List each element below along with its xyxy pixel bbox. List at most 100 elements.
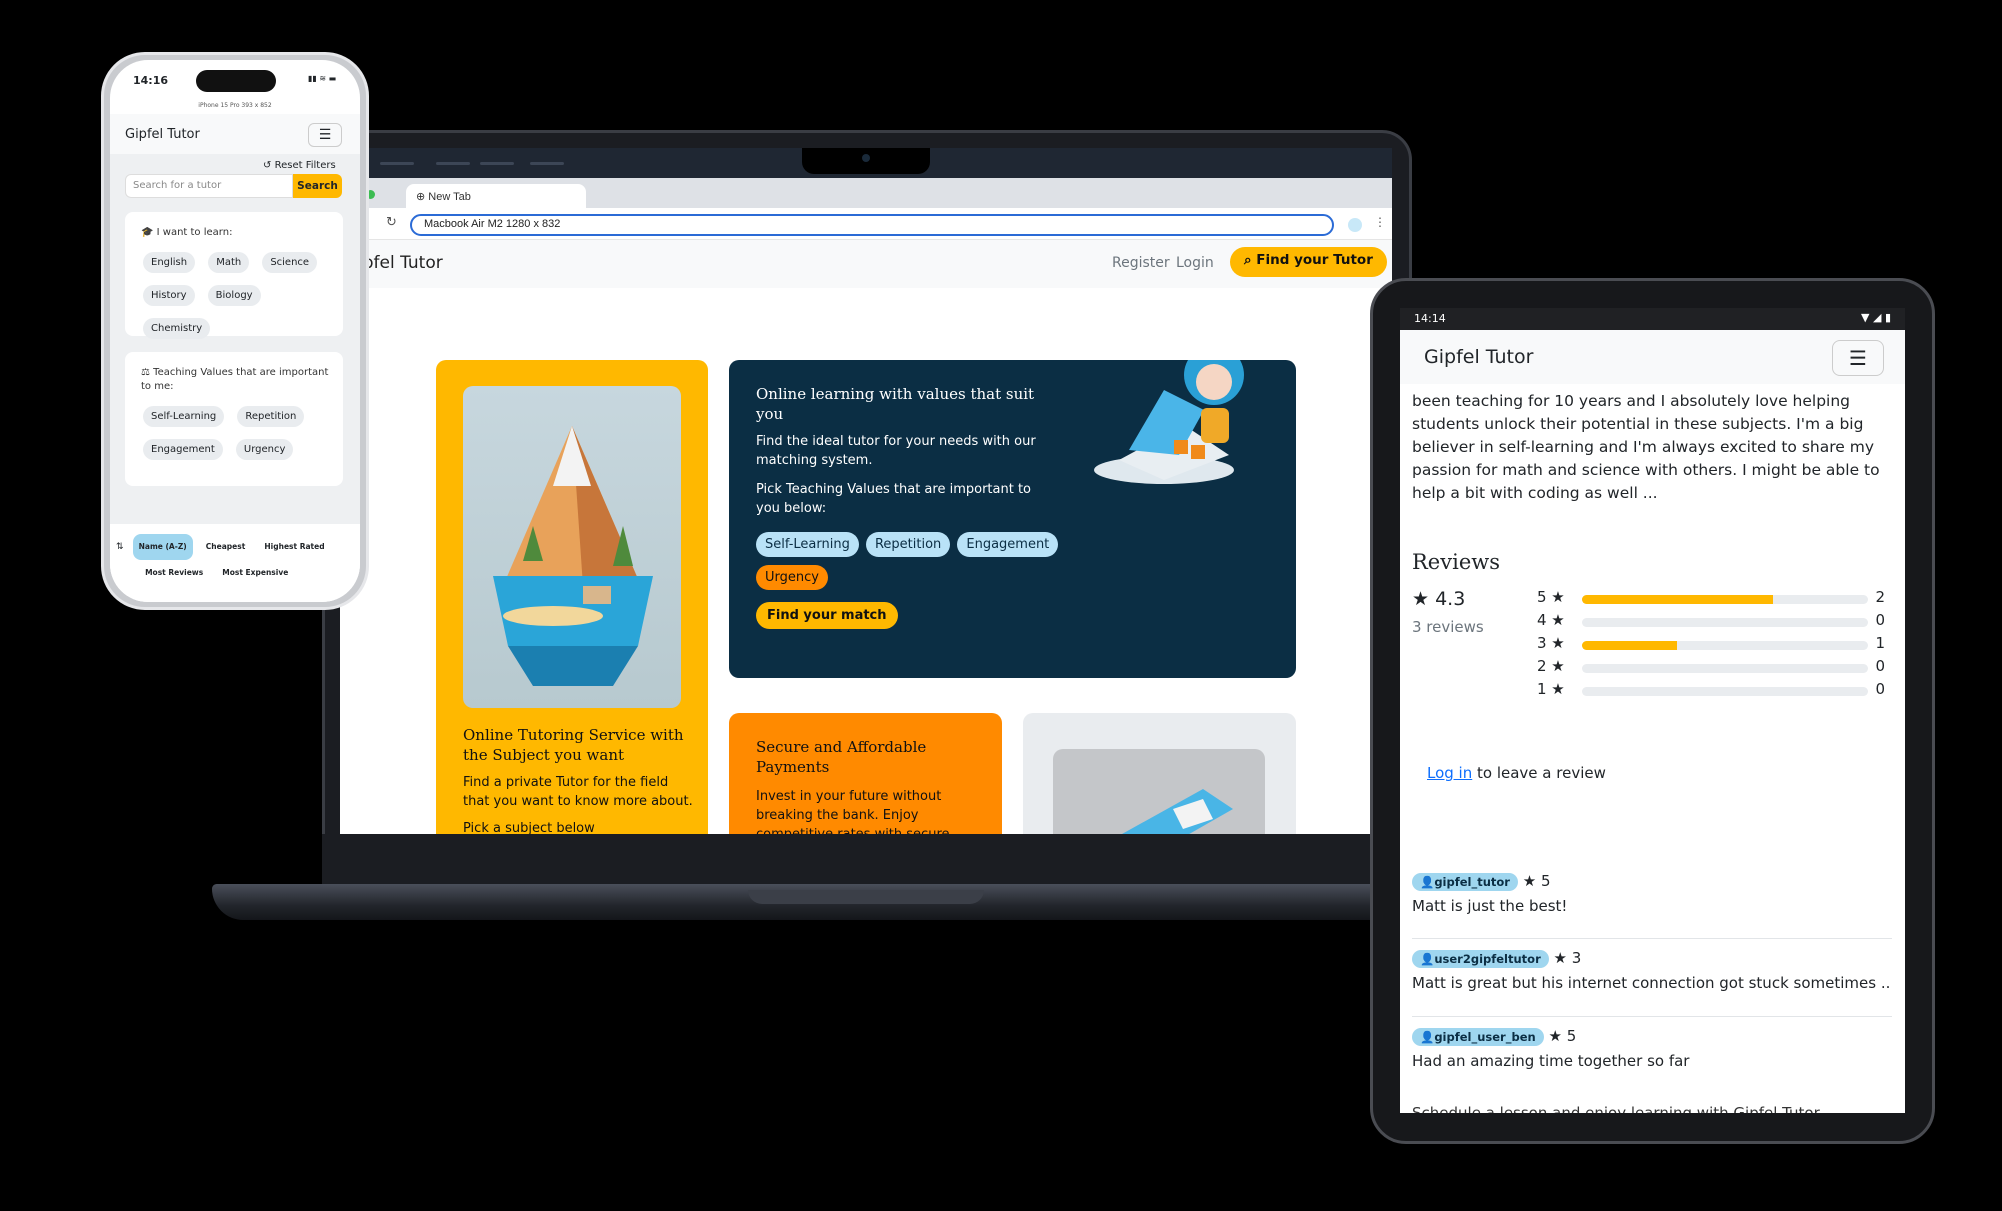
browser-tab-title: New Tab	[428, 191, 471, 203]
review-user-badge[interactable]: 👤user2gipfeltutor	[1412, 950, 1549, 968]
histogram-bar	[1582, 618, 1868, 627]
reviews-heading: Reviews	[1412, 550, 1500, 574]
browser-tab[interactable]: ⊕ New Tab	[406, 184, 586, 208]
value-pill-urgency[interactable]: Urgency	[235, 439, 294, 460]
signal-icon: ▮▮ ≋ ▬	[308, 74, 337, 83]
histogram-count: 0	[1875, 657, 1885, 675]
review-rating: 5	[1541, 872, 1551, 890]
find-tutor-button[interactable]: ⌕ Find your Tutor	[1230, 247, 1387, 277]
laptop-camera	[802, 148, 930, 174]
histogram-count: 0	[1875, 611, 1885, 629]
laptop-screen: ⊕ New Tab ↻ Macbook Air M2 1280 x 832 ⋮ …	[340, 148, 1392, 834]
scale-icon: ⚖	[141, 367, 150, 378]
menu-icon[interactable]: ☰	[1832, 340, 1884, 376]
review-item: 👤gipfel_tutor ★ 5 Matt is just the best!	[1412, 872, 1892, 915]
tablet-time: 14:14	[1414, 312, 1446, 325]
value-pill-self-learning[interactable]: Self-Learning	[756, 532, 859, 557]
review-text: Matt is great but his internet connectio…	[1412, 974, 1891, 992]
reset-icon: ↺	[263, 160, 272, 171]
site-navbar: ipfel Tutor Register Login ⌕ Find your T…	[340, 240, 1392, 288]
image-card	[1023, 713, 1296, 834]
register-link[interactable]: Register	[1112, 255, 1170, 271]
brand-logo[interactable]: Gipfel Tutor	[1424, 346, 1533, 368]
histogram-bar	[1582, 664, 1868, 673]
subject-pill-history[interactable]: History	[143, 285, 195, 306]
reset-filters-button[interactable]: ↺ Reset Filters	[263, 160, 336, 171]
histogram-bar	[1582, 641, 1868, 650]
subject-card-cut: Pick a subject below	[463, 821, 595, 834]
review-item: 👤gipfel_user_ben ★ 5 Had an amazing time…	[1412, 1027, 1892, 1070]
login-link[interactable]: Log in	[1427, 764, 1472, 782]
subject-card-text: Find a private Tutor for the field that …	[463, 775, 693, 809]
status-icons: ▼ ◢ ▮	[1861, 311, 1891, 324]
dynamic-island	[196, 70, 276, 92]
subject-pill-biology[interactable]: Biology	[207, 285, 261, 306]
user-icon: 👤	[1420, 875, 1435, 889]
tablet-status-bar: 14:14 ▼ ◢ ▮	[1400, 308, 1905, 330]
kebab-menu-icon[interactable]: ⋮	[1374, 215, 1386, 229]
phone-content: ↺ Reset Filters Search for a tutor Searc…	[110, 154, 360, 602]
phone-screen: 14:16 ▮▮ ≋ ▬ iPhone 15 Pro 393 x 852 Gip…	[110, 60, 360, 602]
graduation-cap-icon: 🎓	[141, 227, 154, 238]
values-filter-title: Teaching Values that are important to me…	[141, 367, 329, 392]
histogram-stars: 4 ★	[1537, 611, 1565, 629]
value-pill-engagement[interactable]: Engagement	[143, 439, 223, 460]
browser-tab-strip: ⊕ New Tab	[340, 178, 1392, 208]
review-text: Had an amazing time together so far	[1412, 1052, 1690, 1070]
device-label: iPhone 15 Pro 393 x 852	[198, 102, 272, 109]
sort-name[interactable]: Name (A-Z)	[132, 534, 193, 560]
review-user-badge[interactable]: 👤gipfel_user_ben	[1412, 1028, 1544, 1046]
review-rating: 5	[1566, 1027, 1577, 1045]
subject-filter-card: 🎓 I want to learn: English Math Science …	[125, 212, 343, 339]
address-bar[interactable]: Macbook Air M2 1280 x 832	[410, 214, 1334, 236]
subject-pill-chemistry[interactable]: Chemistry	[143, 318, 211, 339]
subject-pill-math[interactable]: Math	[208, 252, 250, 273]
login-link[interactable]: Login	[1176, 255, 1214, 271]
sort-bar: ⇅ Name (A-Z) Cheapest Highest Rated Most…	[110, 524, 360, 602]
brand-logo[interactable]: ipfel Tutor	[358, 253, 443, 273]
values-card-prompt: Pick Teaching Values that are important …	[756, 482, 1031, 516]
star-icon: ★	[1522, 872, 1537, 890]
subject-card-title: Online Tutoring Service with the Subject…	[463, 726, 684, 764]
phone-time: 14:16	[133, 74, 169, 87]
value-pill-repetition[interactable]: Repetition	[865, 532, 951, 557]
value-pill-repetition[interactable]: Repetition	[237, 406, 305, 427]
value-pill-self-learning[interactable]: Self-Learning	[143, 406, 225, 427]
profile-icon[interactable]	[1348, 218, 1362, 232]
globe-icon: ⊕	[416, 191, 426, 203]
sort-most-reviews[interactable]: Most Reviews	[139, 560, 209, 586]
payments-card-text: Invest in your future without breaking t…	[756, 789, 950, 834]
payments-card-title: Secure and Affordable Payments	[756, 738, 927, 776]
schedule-text: Schedule a lesson and enjoy learning wit…	[1412, 1104, 1820, 1113]
subject-pill-science[interactable]: Science	[262, 252, 318, 273]
value-pill-urgency[interactable]: Urgency	[756, 565, 828, 590]
values-card-title: Online learning with values that suit yo…	[756, 385, 1035, 423]
login-prompt: Log in to leave a review	[1427, 764, 1606, 782]
subject-pill-english[interactable]: English	[143, 252, 196, 273]
histogram-count: 0	[1875, 680, 1885, 698]
student-illustration	[1094, 360, 1244, 484]
search-button[interactable]: Search	[293, 174, 342, 198]
search-input[interactable]: Search for a tutor	[125, 174, 293, 198]
refresh-icon[interactable]: ↻	[386, 215, 397, 230]
histogram-row: 4 ★ 0	[1537, 611, 1897, 631]
sort-icon: ⇅	[116, 542, 124, 552]
star-icon: ★	[1548, 1027, 1562, 1045]
value-pill-engagement[interactable]: Engagement	[957, 532, 1059, 557]
find-match-button[interactable]: Find your match	[756, 602, 898, 629]
payments-card: Secure and Affordable Payments Invest in…	[729, 713, 1002, 834]
sort-most-expensive[interactable]: Most Expensive	[216, 560, 294, 586]
sort-cheapest[interactable]: Cheapest	[200, 534, 252, 560]
subject-card: Online Tutoring Service with the Subject…	[436, 360, 708, 834]
user-icon: 👤	[1420, 952, 1435, 966]
review-text: Matt is just the best!	[1412, 897, 1568, 915]
sort-highest-rated[interactable]: Highest Rated	[258, 534, 330, 560]
review-user-badge[interactable]: 👤gipfel_tutor	[1412, 873, 1518, 891]
histogram-row: 2 ★ 0	[1537, 657, 1897, 677]
search-icon: ⌕	[1244, 252, 1252, 268]
brand-logo[interactable]: Gipfel Tutor	[125, 127, 200, 142]
values-card-text: Find the ideal tutor for your needs with…	[756, 434, 1036, 468]
histogram-row: 5 ★ 2	[1537, 588, 1897, 608]
mountain-illustration	[463, 386, 681, 708]
menu-icon[interactable]: ☰	[308, 123, 342, 147]
